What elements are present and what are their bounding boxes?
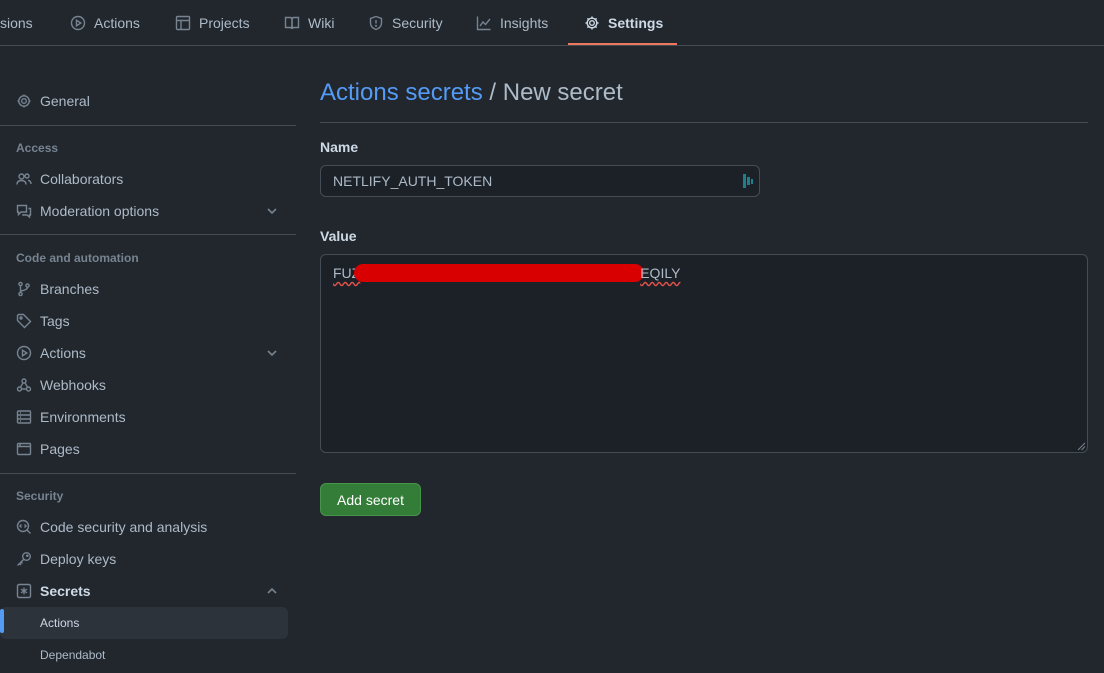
play-icon [70, 15, 86, 31]
repo-nav: sions Actions Projects Wiki Security Ins… [0, 0, 1104, 46]
sidebar-divider [0, 125, 296, 126]
browser-icon [16, 441, 32, 457]
secret-value-textarea[interactable] [320, 254, 1088, 453]
sidebar-item-pages[interactable]: Pages [0, 433, 288, 465]
tab-label: Settings [608, 15, 664, 31]
sidebar-item-label: Dependabot [40, 648, 106, 662]
sidebar-item-webhooks[interactable]: Webhooks [0, 369, 288, 401]
chevron-up-icon [264, 583, 280, 599]
key-asterisk-icon [16, 583, 32, 599]
sidebar-item-label: Actions [40, 616, 80, 630]
sidebar-subitem-dependabot-secrets[interactable]: Dependabot [0, 639, 288, 671]
shield-icon [368, 15, 384, 31]
sidebar-item-label: Deploy keys [40, 551, 117, 567]
tab-settings[interactable]: Settings [584, 0, 663, 46]
table-icon [175, 15, 191, 31]
comment-discussion-icon [16, 203, 32, 219]
sidebar-item-branches[interactable]: Branches [0, 273, 288, 305]
settings-sidebar: General Access Collaborators Moderation … [0, 46, 296, 673]
tab-label: Projects [199, 15, 250, 31]
tab-label: Insights [500, 15, 549, 31]
webhook-icon [16, 377, 32, 393]
gear-icon [16, 93, 32, 109]
sidebar-item-label: Collaborators [40, 171, 124, 187]
play-icon [16, 345, 32, 361]
sidebar-item-label: General [40, 93, 90, 109]
sidebar-item-collaborators[interactable]: Collaborators [0, 163, 288, 195]
tab-actions[interactable]: Actions [70, 0, 140, 46]
sidebar-item-secrets[interactable]: Secrets [0, 575, 288, 607]
gear-icon [584, 15, 600, 31]
chevron-down-icon [264, 345, 280, 361]
sidebar-item-tags[interactable]: Tags [0, 305, 288, 337]
tab-projects[interactable]: Projects [175, 0, 250, 46]
tab-wiki[interactable]: Wiki [284, 0, 334, 46]
title-divider [320, 122, 1088, 123]
breadcrumb-link-actions-secrets[interactable]: Actions secrets [320, 79, 483, 106]
tab-label: Wiki [308, 15, 335, 31]
name-label: Name [320, 139, 359, 155]
tab-label: Security [392, 15, 443, 31]
sidebar-item-deploy-keys[interactable]: Deploy keys [0, 543, 288, 575]
codescan-icon [16, 519, 32, 535]
sidebar-subitem-actions-secrets[interactable]: Actions [0, 607, 288, 639]
sidebar-item-label: Code security and analysis [40, 519, 208, 535]
tab-insights[interactable]: Insights [476, 0, 548, 46]
sidebar-item-general[interactable]: General [0, 85, 288, 117]
sidebar-item-label: Branches [40, 281, 100, 297]
secret-value-text: FUZ EQILY [333, 264, 680, 282]
sidebar-item-moderation[interactable]: Moderation options [0, 195, 288, 227]
key-icon [16, 551, 32, 567]
sidebar-item-label: Actions [40, 345, 86, 361]
sidebar-item-label: Environments [40, 409, 126, 425]
section-heading-code-automation: Code and automation [16, 251, 139, 265]
tab-discussions[interactable]: sions [0, 0, 33, 46]
sidebar-item-label: Webhooks [40, 377, 106, 393]
tag-icon [16, 313, 32, 329]
page-title: Actions secrets / New secret [320, 79, 623, 107]
sidebar-item-label: Pages [40, 441, 80, 457]
secret-name-input[interactable] [320, 165, 760, 197]
sidebar-item-actions[interactable]: Actions [0, 337, 288, 369]
sidebar-item-label: Moderation options [40, 203, 160, 219]
add-secret-button[interactable]: Add secret [320, 483, 421, 516]
server-icon [16, 409, 32, 425]
book-icon [284, 15, 300, 31]
value-label: Value [320, 228, 357, 244]
section-heading-security: Security [16, 489, 64, 503]
sidebar-divider [0, 234, 296, 235]
selected-tab-underline [568, 43, 677, 45]
sidebar-item-label: Secrets [40, 583, 91, 599]
chevron-down-icon [264, 203, 280, 219]
git-branch-icon [16, 281, 32, 297]
tab-security[interactable]: Security [368, 0, 443, 46]
breadcrumb-current: / New secret [482, 79, 623, 106]
sidebar-divider [0, 473, 296, 474]
redaction-mark [354, 264, 645, 282]
people-icon [16, 171, 32, 187]
active-item-indicator [0, 609, 4, 633]
sidebar-item-code-security[interactable]: Code security and analysis [0, 511, 288, 543]
graph-icon [476, 15, 492, 31]
section-heading-access: Access [16, 141, 59, 155]
sidebar-item-label: Tags [40, 313, 70, 329]
password-manager-icon[interactable] [742, 173, 754, 189]
tab-label: sions [0, 15, 33, 31]
secret-value-end: EQILY [640, 265, 681, 281]
resize-grip-icon[interactable] [1076, 441, 1086, 451]
sidebar-item-environments[interactable]: Environments [0, 401, 288, 433]
tab-label: Actions [94, 15, 140, 31]
